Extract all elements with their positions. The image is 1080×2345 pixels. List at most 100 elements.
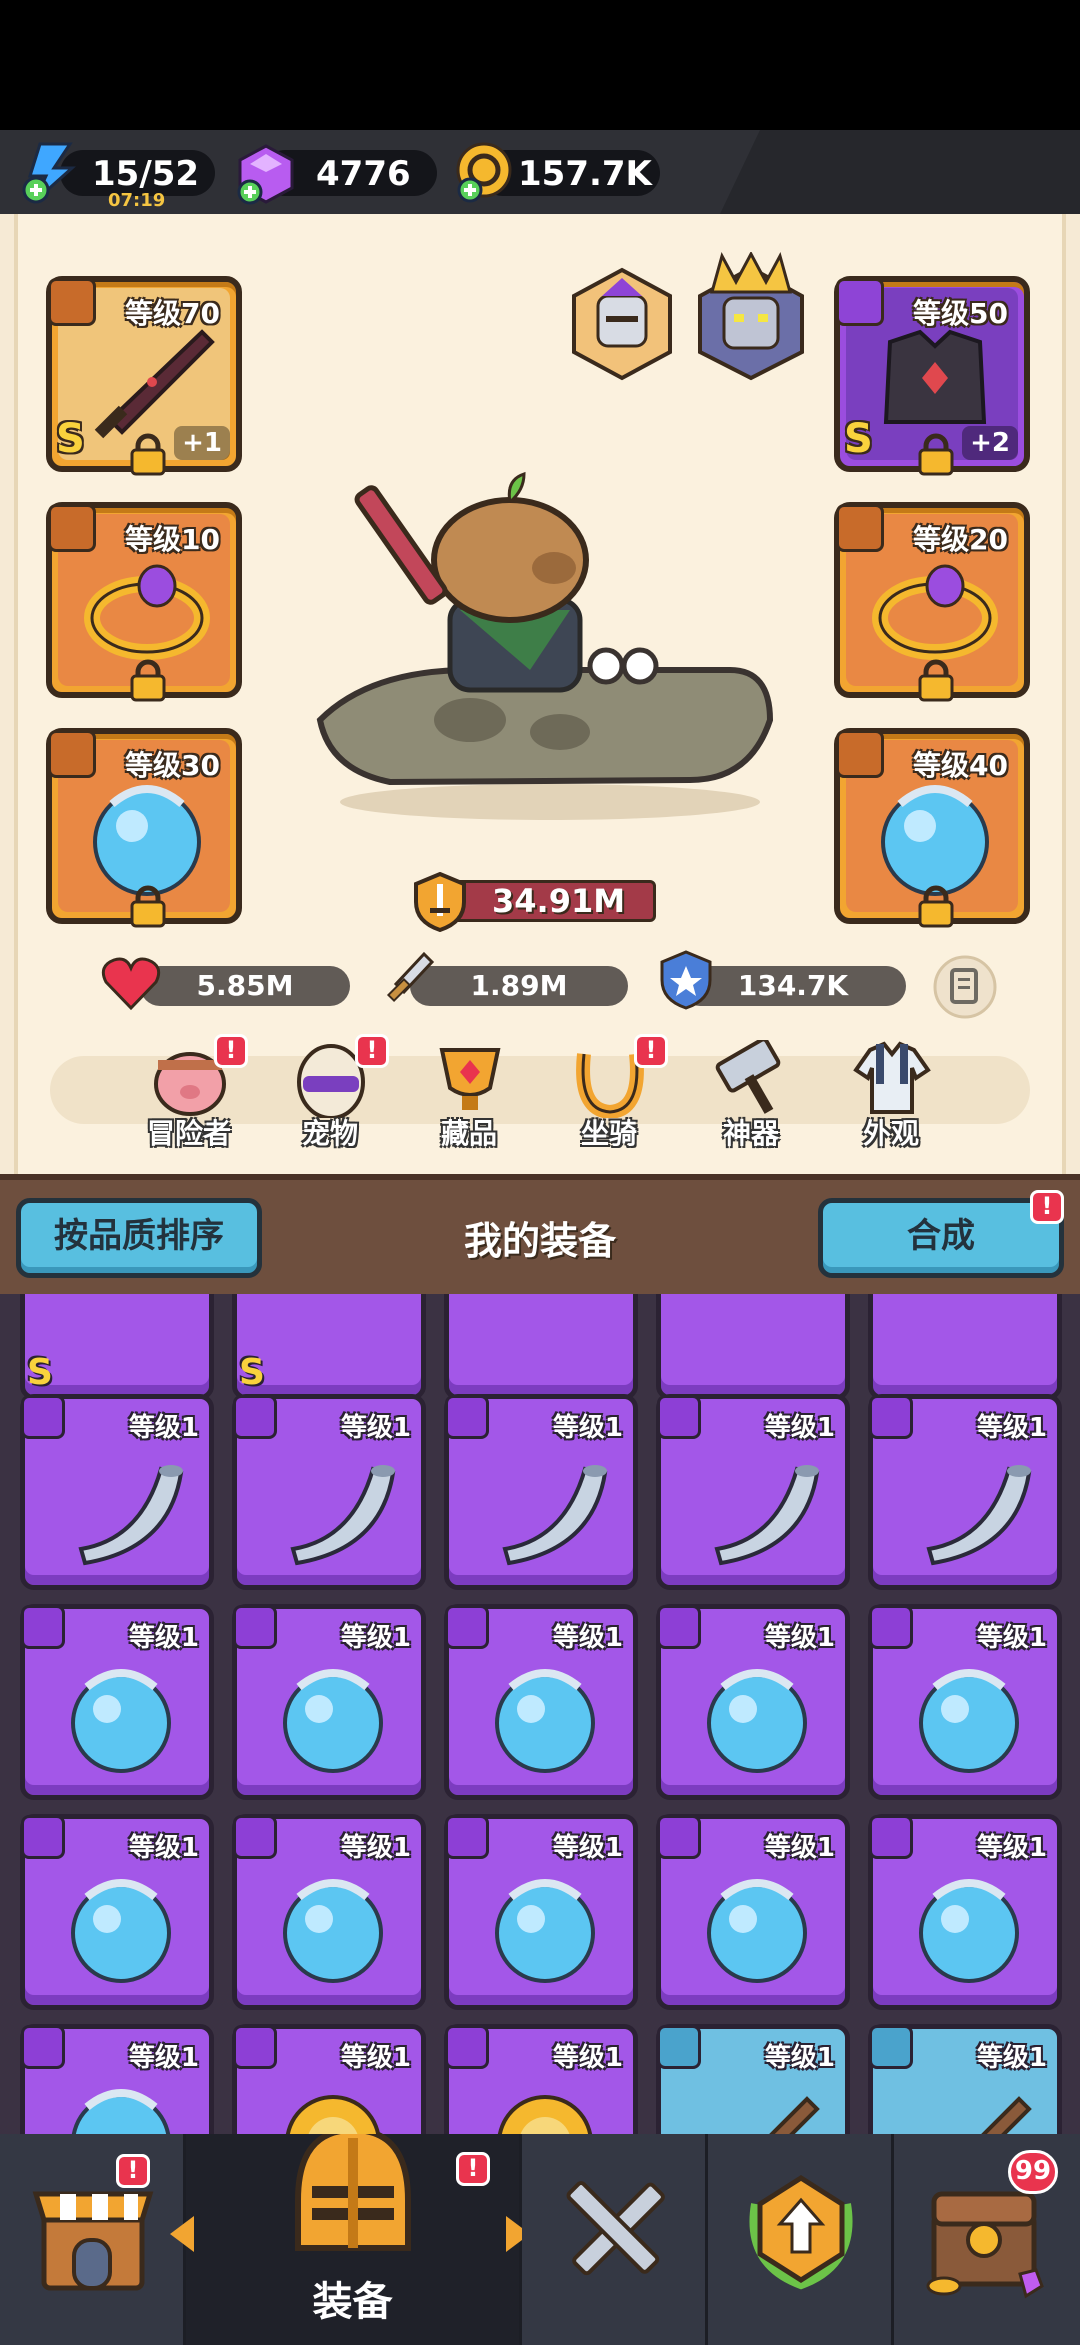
- chest-count-badge: 99: [1008, 2150, 1058, 2194]
- ring-slot-left[interactable]: 等级10: [46, 502, 242, 702]
- necklace-slot-right[interactable]: 等级40: [834, 728, 1030, 928]
- wooden-sword-icon: [769, 2096, 820, 2134]
- nav-upgrade-tab[interactable]: [708, 2134, 894, 2345]
- inventory-item[interactable]: 等级1: [232, 1394, 426, 1590]
- slot-level: 等级20: [913, 523, 1008, 556]
- inventory-item[interactable]: 等级1: [20, 1604, 214, 1800]
- ring-type-icon: [48, 504, 96, 552]
- item-level: 等级1: [128, 1623, 199, 1653]
- inventory-item[interactable]: 等级1: [20, 1814, 214, 2010]
- inventory-item[interactable]: 等级1: [868, 2024, 1062, 2134]
- water-orb-icon: [919, 1879, 1019, 1983]
- item-level: 等级1: [552, 1623, 623, 1653]
- inventory-item[interactable]: [868, 1294, 1062, 1400]
- lock-icon: [130, 885, 166, 928]
- nav-shop-tab[interactable]: !: [0, 2134, 186, 2345]
- water-orb-icon: [707, 1879, 807, 1983]
- necklace-type-icon: [445, 1815, 489, 1859]
- inventory-item[interactable]: 等级1: [232, 2024, 426, 2134]
- inventory-item[interactable]: [444, 1294, 638, 1400]
- water-orb-icon: [919, 1669, 1019, 1773]
- knight-companion-icon[interactable]: [566, 266, 678, 382]
- nav-equipment-tab[interactable]: 装备 !: [170, 2126, 530, 2345]
- upgrade-arrow-icon: [749, 2175, 853, 2290]
- appearance-button[interactable]: 外观: [836, 1040, 946, 1170]
- grade-label: S: [56, 416, 85, 462]
- water-orb-icon: [881, 785, 989, 896]
- necklace-type-icon: [21, 2025, 65, 2069]
- collection-button[interactable]: 藏品: [414, 1040, 524, 1170]
- appearance-label: 外观: [862, 1117, 919, 1150]
- gold-coin-plus-icon[interactable]: [452, 140, 516, 206]
- adventurer-label: 冒险者: [146, 1117, 231, 1150]
- item-level: 等级1: [340, 1833, 411, 1863]
- necklace-type-icon: [445, 1395, 489, 1439]
- weapon-slot[interactable]: 等级70 S +1: [46, 276, 242, 476]
- grade-label: S: [27, 1352, 53, 1393]
- item-level: 等级1: [552, 2043, 623, 2073]
- pet-alert: !: [355, 1034, 389, 1068]
- inventory-item[interactable]: 等级1: [868, 1394, 1062, 1590]
- nav-chest-tab[interactable]: 99: [894, 2134, 1080, 2345]
- inventory-item[interactable]: 等级1: [232, 1814, 426, 2010]
- nav-battle-tab[interactable]: [522, 2134, 708, 2345]
- left-arrow-icon[interactable]: [170, 2216, 194, 2252]
- sword-type-icon: [48, 278, 96, 326]
- inventory-item[interactable]: 等级1: [656, 1394, 850, 1590]
- necklace-type-icon: [869, 1815, 913, 1859]
- combat-power-badge: 34.91M: [410, 872, 656, 932]
- water-orb-icon: [283, 1669, 383, 1773]
- ring-slot-right[interactable]: 等级20: [834, 502, 1030, 702]
- water-orb-icon: [71, 1669, 171, 1773]
- item-level: 等级1: [764, 2043, 835, 2073]
- inventory-item[interactable]: 等级1: [868, 1814, 1062, 2010]
- energy-value: 15/52: [92, 154, 200, 194]
- inventory-grid[interactable]: S S 等级1 等级1 等级1 等级1 等级1 等级1 等级1 等级1 等级1 …: [0, 1294, 1080, 2134]
- inventory-item[interactable]: 等级1: [656, 1814, 850, 2010]
- purple-gem-plus-icon[interactable]: [234, 142, 298, 206]
- item-level: 等级1: [976, 1413, 1047, 1443]
- inventory-item[interactable]: [656, 1294, 850, 1400]
- bottom-nav: ! 装备 ! 99: [0, 2126, 1080, 2345]
- inventory-item[interactable]: 等级1: [444, 1604, 638, 1800]
- inventory-item[interactable]: 等级1: [444, 1394, 638, 1590]
- artifact-button[interactable]: 神器: [696, 1040, 806, 1170]
- lock-icon: [918, 433, 954, 476]
- grade-label: S: [239, 1352, 265, 1393]
- inventory-item[interactable]: 等级1: [20, 1394, 214, 1590]
- necklace-slot-left[interactable]: 等级30: [46, 728, 242, 928]
- inventory-item[interactable]: 等级1: [656, 2024, 850, 2134]
- attack-stat: 1.89M: [410, 966, 628, 1006]
- item-level: 等级1: [552, 1833, 623, 1863]
- stats-detail-icon[interactable]: [932, 954, 998, 1020]
- lock-icon: [130, 659, 166, 702]
- inventory-item[interactable]: 等级1: [444, 1814, 638, 2010]
- helmet-icon: [295, 2126, 411, 2251]
- shop-alert: !: [116, 2154, 150, 2188]
- slot-level: 等级50: [913, 297, 1008, 330]
- mount-button[interactable]: 坐骑 !: [554, 1034, 668, 1170]
- sword-type-icon: [657, 2025, 701, 2069]
- merge-button[interactable]: 合成: [818, 1198, 1064, 1278]
- gem-value: 4776: [316, 154, 411, 194]
- pet-button[interactable]: 宠物 !: [275, 1034, 389, 1170]
- armor-slot[interactable]: 等级50 S +2: [834, 276, 1030, 476]
- necklace-type-icon: [233, 2025, 277, 2069]
- adventurer-button[interactable]: 冒险者 !: [134, 1034, 248, 1170]
- inventory-item[interactable]: 等级1: [444, 2024, 638, 2134]
- inventory-item[interactable]: 等级1: [232, 1604, 426, 1800]
- horn-icon: [290, 1465, 396, 1566]
- inventory-item[interactable]: S: [232, 1294, 426, 1400]
- robot-companion-icon[interactable]: [692, 252, 810, 382]
- necklace-type-icon: [657, 1605, 701, 1649]
- necklace-type-icon: [233, 1395, 277, 1439]
- gold-ring-icon: [872, 564, 998, 660]
- inventory-item[interactable]: 等级1: [868, 1604, 1062, 1800]
- inventory-item[interactable]: S: [20, 1294, 214, 1400]
- lightning-plus-icon[interactable]: [20, 140, 84, 206]
- sword-icon: [386, 951, 435, 1003]
- water-orb-icon: [495, 1879, 595, 1983]
- slot-level: 等级10: [125, 523, 220, 556]
- inventory-item[interactable]: 等级1: [656, 1604, 850, 1800]
- inventory-item[interactable]: 等级1: [20, 2024, 214, 2134]
